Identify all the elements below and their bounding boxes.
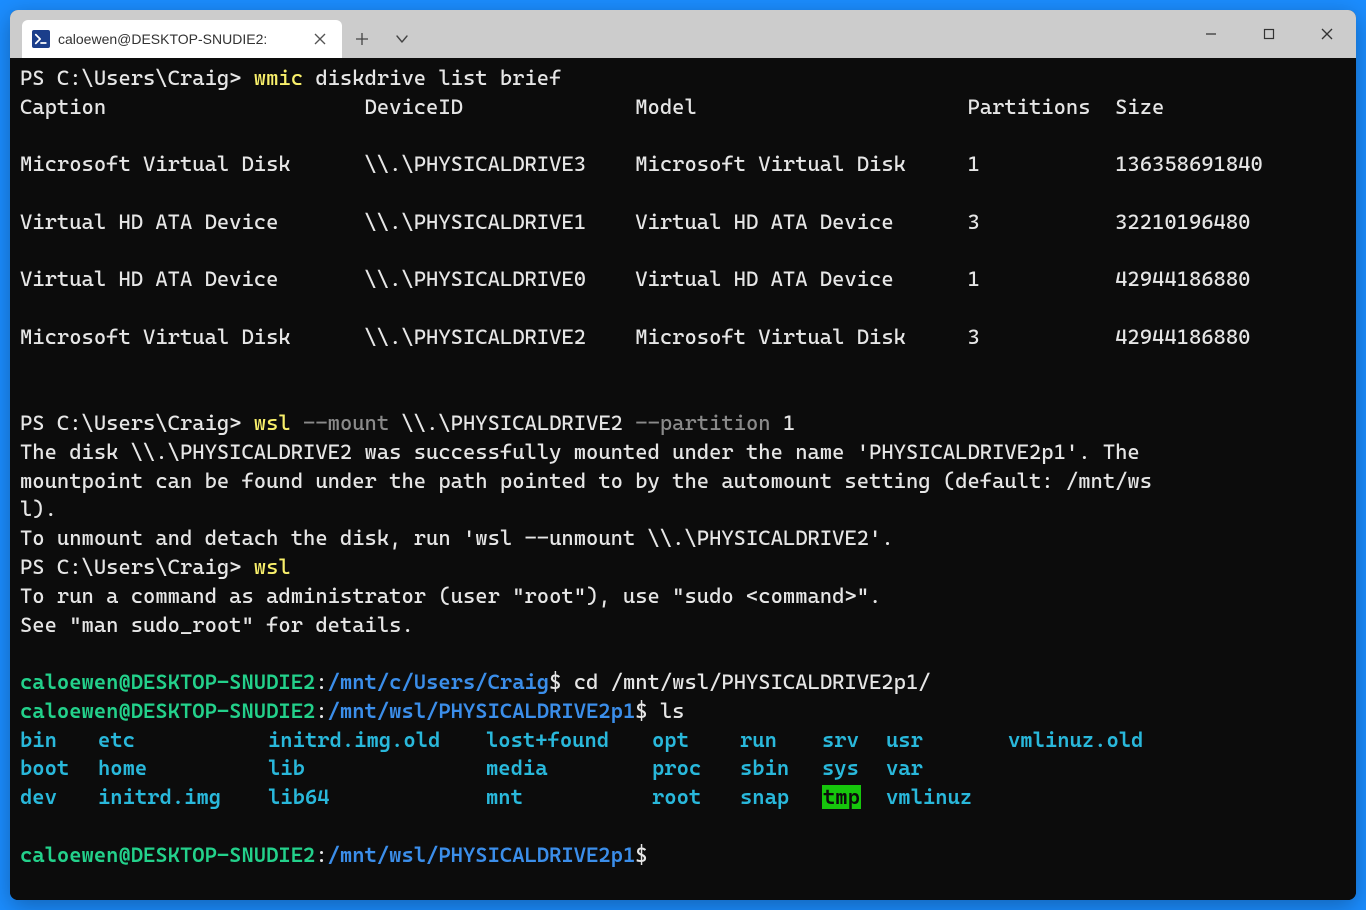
tab-dropdown-button[interactable]: [382, 20, 422, 58]
ls-output: binetcinitrd.img.oldlost+foundoptrunsrvu…: [20, 726, 1350, 812]
ls-entry: vmlinuz: [886, 783, 1008, 812]
terminal-window: caloewen@DESKTOP-SNUDIE2:: [10, 10, 1356, 900]
cmd-arg-drive: \\.\PHYSICALDRIVE2: [389, 411, 623, 435]
bash-userhost: caloewen@DESKTOP-SNUDIE2: [20, 670, 315, 694]
cmd-flag-mount: --mount: [291, 411, 389, 435]
ls-entry: root: [652, 783, 740, 812]
bash-userhost: caloewen@DESKTOP-SNUDIE2: [20, 843, 315, 867]
ls-entry: tmp: [822, 783, 886, 812]
maximize-button[interactable]: [1240, 10, 1298, 58]
wmic-output-table: Caption DeviceID Model Partitions Size M…: [20, 95, 1263, 349]
ls-entry: usr: [886, 726, 1008, 755]
bash-path: /mnt/c/Users/Craig: [328, 670, 549, 694]
powershell-icon: [32, 30, 50, 48]
bash-path: /mnt/wsl/PHYSICALDRIVE2p1: [328, 843, 636, 867]
cmd-ls: ls: [648, 699, 685, 723]
cmd-wmic: wmic: [254, 66, 303, 90]
mount-output: The disk \\.\PHYSICALDRIVE2 was successf…: [20, 440, 1152, 550]
ls-entry: var: [886, 754, 1008, 783]
ps-prompt: PS C:\Users\Craig>: [20, 66, 254, 90]
bash-userhost: caloewen@DESKTOP-SNUDIE2: [20, 699, 315, 723]
ls-entry: lib64: [268, 783, 486, 812]
ps-prompt: PS C:\Users\Craig>: [20, 555, 254, 579]
cmd-wmic-args: diskdrive list brief: [303, 66, 561, 90]
tab-close-button[interactable]: [310, 29, 330, 49]
cmd-wsl: wsl: [254, 555, 291, 579]
titlebar: caloewen@DESKTOP-SNUDIE2:: [10, 10, 1356, 58]
cmd-wsl: wsl: [254, 411, 291, 435]
ls-entry: mnt: [486, 783, 652, 812]
ls-entry: dev: [20, 783, 98, 812]
ls-entry: media: [486, 754, 652, 783]
ls-entry: etc: [98, 726, 268, 755]
cmd-flag-partition: --partition: [623, 411, 771, 435]
window-controls: [1182, 10, 1356, 58]
ls-entry: snap: [740, 783, 822, 812]
sudo-hint: To run a command as administrator (user …: [20, 584, 881, 637]
tab-title: caloewen@DESKTOP-SNUDIE2:: [58, 31, 302, 47]
tabs-area: caloewen@DESKTOP-SNUDIE2:: [10, 10, 422, 58]
terminal-viewport[interactable]: PS C:\Users\Craig> wmic diskdrive list b…: [10, 58, 1356, 900]
ls-entry: proc: [652, 754, 740, 783]
ls-entry: boot: [20, 754, 98, 783]
minimize-button[interactable]: [1182, 10, 1240, 58]
ls-entry: initrd.img.old: [268, 726, 486, 755]
ls-entry: initrd.img: [98, 783, 268, 812]
cmd-arg-partnum: 1: [771, 411, 796, 435]
close-window-button[interactable]: [1298, 10, 1356, 58]
ls-entry: run: [740, 726, 822, 755]
new-tab-button[interactable]: [342, 20, 382, 58]
cmd-cd: cd /mnt/wsl/PHYSICALDRIVE2p1/: [561, 670, 930, 694]
ls-entry: sys: [822, 754, 886, 783]
ls-entry: bin: [20, 726, 98, 755]
ls-entry: lost+found: [486, 726, 652, 755]
ps-prompt: PS C:\Users\Craig>: [20, 411, 254, 435]
tab-active[interactable]: caloewen@DESKTOP-SNUDIE2:: [22, 20, 342, 58]
ls-entry: opt: [652, 726, 740, 755]
ls-entry: lib: [268, 754, 486, 783]
ls-entry: home: [98, 754, 268, 783]
ls-entry: sbin: [740, 754, 822, 783]
ls-entry: vmlinuz.old: [1008, 726, 1143, 755]
titlebar-spacer: [422, 10, 1182, 58]
ls-entry: srv: [822, 726, 886, 755]
bash-path: /mnt/wsl/PHYSICALDRIVE2p1: [328, 699, 636, 723]
